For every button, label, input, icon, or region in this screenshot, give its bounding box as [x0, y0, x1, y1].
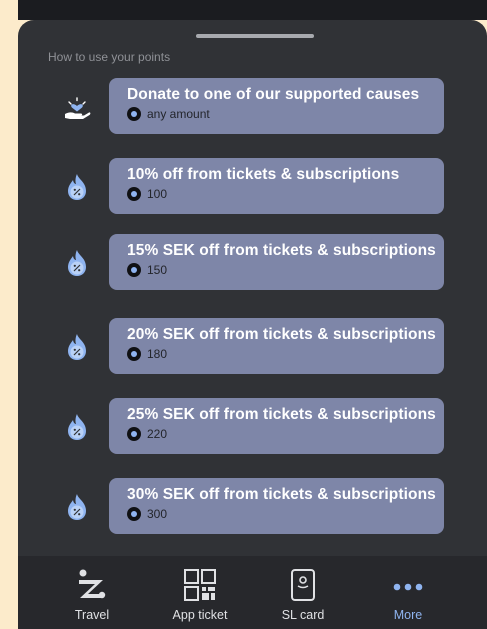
option-discount-25[interactable]: 25% SEK off from tickets & subscriptions…	[18, 398, 487, 454]
heart-hand-icon	[62, 92, 92, 122]
nav-sl-card[interactable]: SL card	[258, 556, 348, 629]
more-dots-icon	[393, 578, 423, 596]
option-points: 300	[147, 507, 168, 521]
option-card[interactable]: 10% off from tickets & subscriptions 100	[109, 158, 444, 214]
nav-more[interactable]: More	[363, 556, 453, 629]
option-discount-15[interactable]: 15% SEK off from tickets & subscriptions…	[18, 234, 487, 290]
option-title: 15% SEK off from tickets & subscriptions	[127, 242, 436, 259]
nav-label: SL card	[281, 608, 325, 622]
option-points: any amount	[147, 107, 210, 121]
option-discount-20[interactable]: 20% SEK off from tickets & subscriptions…	[18, 318, 487, 374]
points-coin-icon	[127, 107, 141, 121]
points-coin-icon	[127, 187, 141, 201]
points-coin-icon	[127, 507, 141, 521]
section-title: How to use your points	[48, 50, 171, 64]
option-card[interactable]: 15% SEK off from tickets & subscriptions…	[109, 234, 444, 290]
option-points: 100	[147, 187, 168, 201]
nav-label: Travel	[74, 608, 110, 622]
option-card[interactable]: Donate to one of our supported causes an…	[109, 78, 444, 134]
option-title: 20% SEK off from tickets & subscriptions	[127, 326, 436, 343]
qr-code-icon	[183, 568, 217, 607]
option-card[interactable]: 25% SEK off from tickets & subscriptions…	[109, 398, 444, 454]
discount-flame-icon	[62, 412, 92, 442]
option-points: 220	[147, 427, 168, 441]
discount-flame-icon	[62, 172, 92, 202]
option-title: 30% SEK off from tickets & subscriptions	[127, 486, 436, 503]
nav-label: More	[393, 608, 423, 622]
option-card[interactable]: 20% SEK off from tickets & subscriptions…	[109, 318, 444, 374]
option-points: 180	[147, 347, 168, 361]
points-coin-icon	[127, 427, 141, 441]
option-card[interactable]: 30% SEK off from tickets & subscriptions…	[109, 478, 444, 534]
nav-travel[interactable]: Travel	[47, 556, 137, 629]
option-points: 150	[147, 263, 168, 277]
status-bar	[18, 0, 487, 20]
nav-app-ticket[interactable]: App ticket	[155, 556, 245, 629]
nav-label: App ticket	[172, 608, 228, 622]
travel-icon	[75, 568, 109, 605]
points-coin-icon	[127, 347, 141, 361]
sl-card-icon	[290, 568, 316, 607]
discount-flame-icon	[62, 332, 92, 362]
points-coin-icon	[127, 263, 141, 277]
option-donate[interactable]: Donate to one of our supported causes an…	[18, 78, 487, 134]
bottom-navigation: Travel App ticket SL card More	[18, 556, 487, 629]
option-discount-10[interactable]: 10% off from tickets & subscriptions 100	[18, 158, 487, 214]
option-title: 25% SEK off from tickets & subscriptions	[127, 406, 436, 423]
option-discount-30[interactable]: 30% SEK off from tickets & subscriptions…	[18, 478, 487, 534]
discount-flame-icon	[62, 248, 92, 278]
drag-handle[interactable]	[196, 34, 314, 38]
option-title: Donate to one of our supported causes	[127, 86, 420, 103]
points-bottom-sheet: How to use your points Donate to one of …	[18, 20, 487, 629]
option-title: 10% off from tickets & subscriptions	[127, 166, 400, 183]
discount-flame-icon	[62, 492, 92, 522]
